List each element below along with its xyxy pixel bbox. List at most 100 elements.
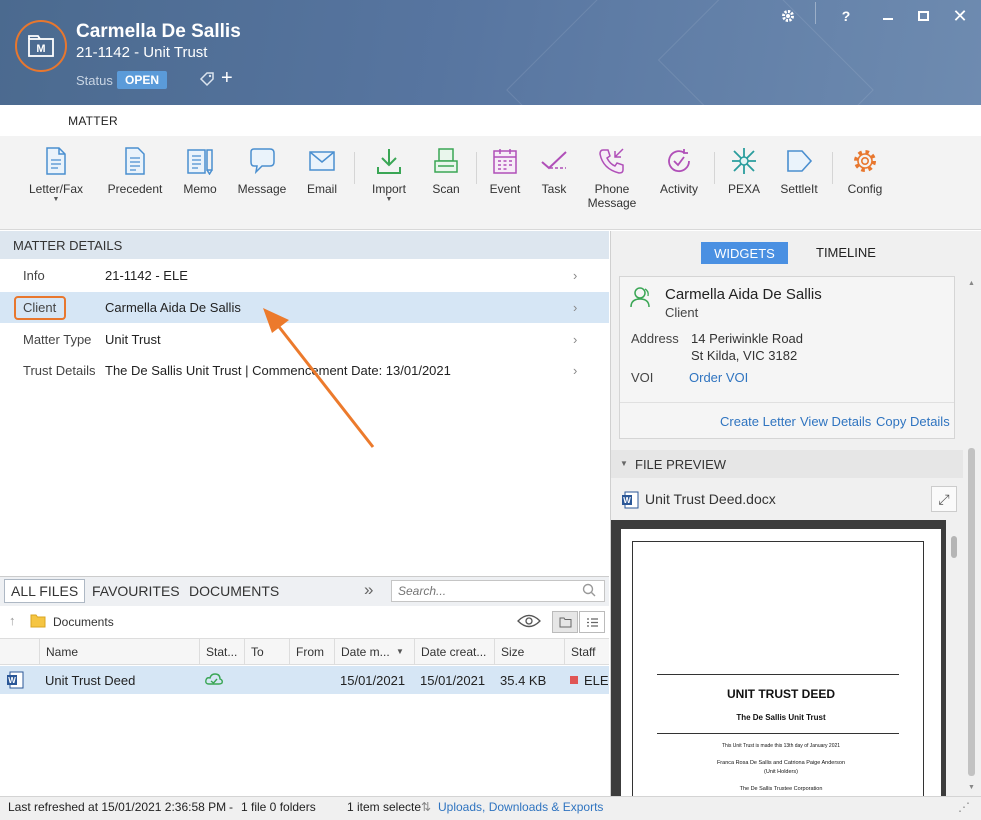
col-size[interactable]: Size — [494, 638, 564, 665]
file-date-created: 15/01/2021 — [420, 673, 486, 688]
right-scroll-thumb[interactable] — [968, 448, 975, 776]
matter-detail-row-client[interactable]: Client Carmella Aida De Sallis › — [0, 292, 609, 323]
file-date-modified: 15/01/2021 — [340, 673, 406, 688]
list-view-icon[interactable] — [579, 611, 605, 633]
tab-memos[interactable]: MEMOS — [201, 108, 267, 136]
tab-widgets[interactable]: WIDGETS — [701, 242, 788, 264]
precedent-button[interactable]: Precedent — [105, 146, 165, 196]
tab-timeline[interactable]: TIMELINE — [816, 245, 876, 260]
order-voi-link[interactable]: Order VOI — [689, 370, 748, 385]
doc-title: UNIT TRUST DEED — [727, 687, 835, 701]
minimize-icon[interactable] — [878, 6, 898, 26]
preview-scrollbar[interactable] — [946, 520, 963, 798]
add-tag-icon[interactable]: + — [221, 68, 233, 88]
col-from[interactable]: From — [289, 638, 334, 665]
up-arrow-icon[interactable]: ↑ — [9, 613, 16, 628]
view-details-link[interactable]: View Details — [800, 414, 871, 429]
tag-icon[interactable] — [198, 70, 216, 91]
col-date-modified[interactable]: Date m... ▼ — [334, 638, 414, 665]
tab-documents[interactable]: DOCUMENTS — [183, 579, 285, 603]
file-count: 1 file 0 folders — [241, 800, 316, 814]
titlebar-divider — [815, 2, 816, 24]
envelope-icon — [308, 146, 336, 176]
selected-count: 1 item selecte — [347, 800, 422, 814]
speech-bubble-icon — [248, 146, 276, 176]
tab-all-files[interactable]: ALL FILES — [4, 579, 86, 603]
search-box[interactable] — [391, 580, 605, 602]
copy-details-link[interactable]: Copy Details — [876, 414, 950, 429]
double-chevron-icon[interactable]: » — [364, 580, 373, 600]
col-status[interactable]: Stat... — [199, 638, 244, 665]
row-value: Carmella Aida De Sallis — [105, 300, 241, 315]
folder-view-icon[interactable] — [552, 611, 578, 633]
settings-gear-icon[interactable] — [778, 6, 798, 26]
tab-communicate[interactable]: COMMUNICATE — [492, 108, 604, 136]
tab-matter-insights[interactable]: MATTER INSIGHTS — [816, 108, 947, 136]
voi-label: VOI — [631, 370, 654, 385]
scan-button[interactable]: Scan — [428, 146, 464, 196]
svg-text:M: M — [36, 43, 45, 55]
settleit-button[interactable]: SettleIt — [777, 146, 821, 196]
matter-detail-row-info[interactable]: Info 21-1142 - ELE › — [0, 260, 609, 291]
message-button[interactable]: Message — [236, 146, 288, 196]
card-divider — [620, 402, 954, 403]
search-icon[interactable] — [582, 583, 596, 600]
pexa-button[interactable]: PEXA — [726, 146, 762, 196]
tab-events[interactable]: EVENTS — [272, 108, 341, 136]
uploads-downloads-link[interactable]: Uploads, Downloads & Exports — [438, 800, 603, 814]
memo-button[interactable]: Memo — [180, 146, 220, 196]
maximize-icon[interactable] — [913, 6, 933, 26]
phone-label-line1: Phone — [594, 182, 630, 196]
svg-text:W: W — [623, 496, 631, 505]
gear-icon — [851, 146, 879, 176]
collapse-arrow-icon[interactable]: ▼ — [620, 459, 628, 468]
word-doc-icon: W — [621, 491, 639, 512]
letter-fax-label: Letter/Fax — [28, 182, 84, 196]
preview-scroll-thumb[interactable] — [951, 536, 957, 558]
config-label: Config — [847, 182, 883, 196]
scroll-down-icon[interactable]: ▼ — [968, 784, 975, 791]
tab-emails[interactable]: EMAILS — [133, 108, 198, 136]
eye-icon[interactable] — [517, 613, 541, 632]
matter-detail-row-type[interactable]: Matter Type Unit Trust › — [0, 324, 609, 355]
col-to[interactable]: To — [244, 638, 289, 665]
task-button[interactable]: Task — [538, 146, 570, 196]
file-name[interactable]: Unit Trust Deed — [45, 673, 135, 688]
scroll-up-icon[interactable]: ▲ — [968, 280, 975, 287]
col-staff[interactable]: Staff — [564, 638, 609, 665]
help-icon[interactable]: ? — [836, 6, 856, 26]
current-folder[interactable]: Documents — [53, 615, 114, 629]
col-date-created[interactable]: Date creat... — [414, 638, 494, 665]
event-button[interactable]: Event — [486, 146, 524, 196]
tab-matter[interactable]: MATTER — [58, 105, 128, 136]
resize-grip-icon[interactable]: ⋰ — [958, 800, 970, 814]
letter-fax-button[interactable]: Letter/Fax ▼ — [28, 146, 84, 204]
activity-button[interactable]: Activity — [656, 146, 702, 196]
tab-tasks[interactable]: TASKS — [341, 108, 400, 136]
matter-detail-row-trust[interactable]: Trust Details The De Sallis Unit Trust |… — [0, 355, 609, 386]
import-button[interactable]: Import ▼ — [368, 146, 410, 204]
matter-details-header: MATTER DETAILS — [0, 231, 609, 259]
create-letter-link[interactable]: Create Letter — [720, 414, 796, 429]
doc-line2: Franca Rosa De Sallis and Catriona Paige… — [716, 760, 846, 766]
close-icon[interactable]: ✕ — [950, 6, 970, 26]
arrow-tag-icon — [785, 146, 813, 176]
status-badge[interactable]: OPEN — [117, 71, 167, 89]
col-name[interactable]: Name — [39, 638, 199, 665]
right-scrollbar[interactable]: ▲ ▼ — [963, 276, 981, 796]
email-button[interactable]: Email — [303, 146, 341, 196]
event-label: Event — [489, 182, 521, 196]
matter-number: 21-1142 - Unit Trust — [76, 44, 208, 61]
config-button[interactable]: Config — [845, 146, 885, 196]
phone-message-button[interactable]: Phone Message — [588, 146, 636, 210]
tab-time-expenses[interactable]: TIME & EXPENSES — [692, 108, 823, 136]
chevron-right-icon: › — [573, 363, 578, 378]
import-label: Import — [371, 182, 406, 196]
activity-label: Activity — [659, 182, 698, 196]
tab-favourites[interactable]: FAVOURITES — [86, 579, 186, 603]
tab-autotime[interactable]: AUTOTIME — [608, 108, 691, 136]
expand-icon[interactable]: ⤢ — [931, 486, 957, 512]
tab-file[interactable]: FILE — [9, 108, 55, 136]
tab-infotrack[interactable]: INFOTRACK — [402, 108, 493, 136]
search-input[interactable] — [392, 581, 574, 601]
